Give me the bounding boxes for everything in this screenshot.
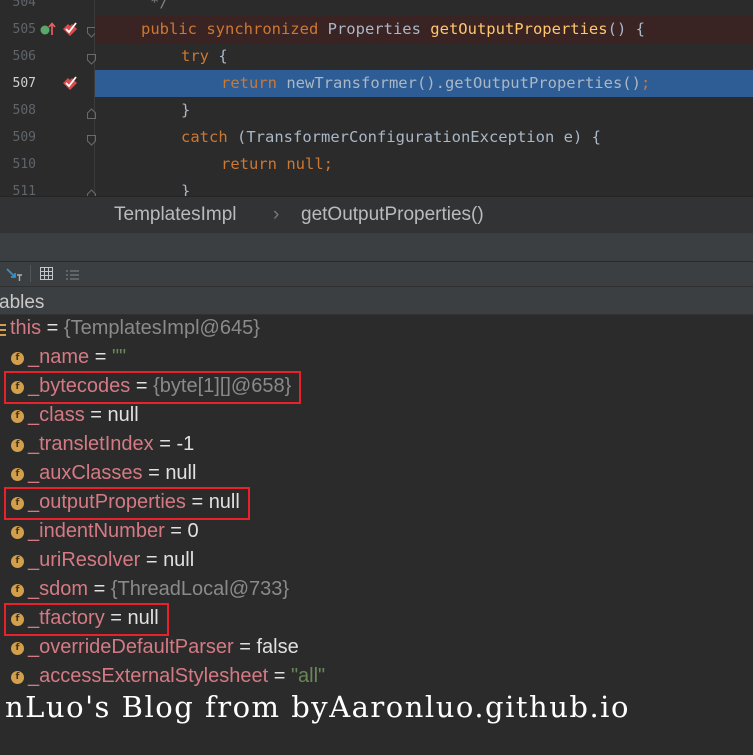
field-icon: f (11, 439, 24, 452)
breadcrumb-separator: › (273, 204, 280, 225)
code-line[interactable]: 506 try { (0, 43, 753, 70)
field-icon: f (11, 526, 24, 539)
variable-row[interactable]: f _class = null (0, 402, 753, 431)
code-line[interactable]: 504 */ (0, 0, 753, 16)
variable-name: _auxClasses (28, 462, 143, 484)
variables-tree[interactable]: this = {TemplatesImpl@645} f _name = "" f _… (0, 315, 753, 755)
code-text: catch (TransformerConfigurationException… (181, 128, 601, 146)
variable-row[interactable]: f _outputProperties = null (0, 487, 753, 520)
variable-name: _overrideDefaultParser (28, 636, 234, 658)
expand-lines-icon[interactable] (0, 322, 7, 341)
toolbar-separator (30, 265, 31, 282)
variables-title: ables (0, 292, 45, 313)
field-icon: f (11, 555, 24, 568)
variable-name: _indentNumber (28, 520, 165, 542)
breakpoint-check-icon[interactable] (60, 74, 80, 96)
code-line[interactable]: 505 public synchronized Properties getOu… (0, 16, 753, 43)
variable-name: _sdom (28, 578, 89, 600)
line-number: 511 (12, 184, 36, 196)
override-up-arrow-icon[interactable] (40, 21, 58, 41)
variable-text: this = {TemplatesImpl@645} (10, 317, 260, 339)
variable-row[interactable]: f _bytecodes = {byte[1][]@658} (0, 371, 753, 404)
variable-row[interactable]: f _name = "" (0, 344, 753, 373)
variable-text: _sdom = {ThreadLocal@733} (28, 578, 290, 600)
variable-row[interactable]: f _transletIndex = -1 (0, 431, 753, 460)
current-code-line[interactable]: 507 return newTransformer().getOutputPro… (0, 70, 753, 97)
variable-name: _uriResolver (28, 549, 141, 571)
highlight-box (4, 371, 302, 404)
breakpoint-check-icon[interactable] (60, 20, 80, 42)
variable-row[interactable]: f _tfactory = null (0, 603, 753, 636)
field-icon: f (11, 671, 24, 684)
code-line[interactable]: 510 return null; (0, 151, 753, 178)
highlight-box (4, 487, 250, 520)
watermark: nLuo's Blog from byAaronluo.github.io (5, 690, 630, 724)
field-icon: f (11, 642, 24, 655)
code-line[interactable]: 511 } (0, 178, 753, 196)
code-text: } (181, 182, 191, 196)
variable-text: _auxClasses = null (28, 462, 197, 484)
variable-row[interactable]: f _auxClasses = null (0, 460, 753, 489)
line-number: 506 (12, 49, 36, 64)
variable-value: 0 (187, 520, 199, 542)
variable-row-this[interactable]: this = {TemplatesImpl@645} (0, 315, 753, 344)
variable-name: _class (28, 404, 85, 426)
field-icon: f (11, 410, 24, 423)
variable-value: false (256, 636, 299, 658)
variable-value: "" (111, 346, 127, 368)
code-text: } (181, 101, 191, 119)
step-into-icon[interactable] (5, 266, 23, 286)
breadcrumb: TemplatesImpl › getOutputProperties() (0, 196, 753, 234)
debug-toolbar (0, 262, 753, 287)
line-number: 509 (12, 130, 36, 145)
table-view-icon[interactable] (40, 266, 54, 285)
variable-value: {ThreadLocal@733} (110, 578, 290, 600)
variables-header: ables (0, 287, 753, 315)
variable-row[interactable]: f _uriResolver = null (0, 547, 753, 576)
variable-value: null (165, 462, 197, 484)
panel-divider (0, 233, 753, 262)
variable-name: _name (28, 346, 90, 368)
code-text: try { (181, 47, 228, 65)
highlight-box (4, 603, 169, 636)
line-number: 507 (12, 76, 36, 91)
breadcrumb-class[interactable]: TemplatesImpl (114, 204, 237, 226)
variable-text: _indentNumber = 0 (28, 520, 199, 542)
variable-value: "all" (290, 665, 326, 687)
code-text: return newTransformer().getOutputPropert… (221, 74, 651, 92)
field-icon: f (11, 584, 24, 597)
variable-text: _uriResolver = null (28, 549, 195, 571)
code-text: */ (150, 0, 169, 11)
variable-value: -1 (176, 433, 195, 455)
code-text: public synchronized Properties getOutput… (141, 20, 645, 38)
code-text: return null; (221, 155, 333, 173)
field-icon: f (11, 468, 24, 481)
evaluate-list-icon[interactable] (65, 267, 81, 286)
line-number: 510 (12, 157, 36, 172)
code-line[interactable]: 508 } (0, 97, 753, 124)
variable-name: _accessExternalStylesheet (28, 665, 269, 687)
variable-row[interactable]: f _overrideDefaultParser = false (0, 634, 753, 663)
variable-row[interactable]: f _sdom = {ThreadLocal@733} (0, 576, 753, 605)
variable-value: null (107, 404, 139, 426)
variable-text: _name = "" (28, 346, 127, 368)
variable-name: _transletIndex (28, 433, 154, 455)
code-line[interactable]: 509 catch (TransformerConfigurationExcep… (0, 124, 753, 151)
variable-text: _overrideDefaultParser = false (28, 636, 299, 658)
variable-row[interactable]: f _accessExternalStylesheet = "all" (0, 663, 753, 692)
line-number: 508 (12, 103, 36, 118)
code-editor[interactable]: 504 */ 505 public synchronized Propertie… (0, 0, 753, 196)
variable-text: _transletIndex = -1 (28, 433, 195, 455)
field-icon: f (11, 352, 24, 365)
line-number: 504 (12, 0, 36, 10)
variable-value: null (163, 549, 195, 571)
breadcrumb-method[interactable]: getOutputProperties() (301, 204, 484, 226)
variable-row[interactable]: f _indentNumber = 0 (0, 518, 753, 547)
variable-text: _class = null (28, 404, 139, 426)
variable-text: _accessExternalStylesheet = "all" (28, 665, 326, 687)
line-number: 505 (12, 22, 36, 37)
